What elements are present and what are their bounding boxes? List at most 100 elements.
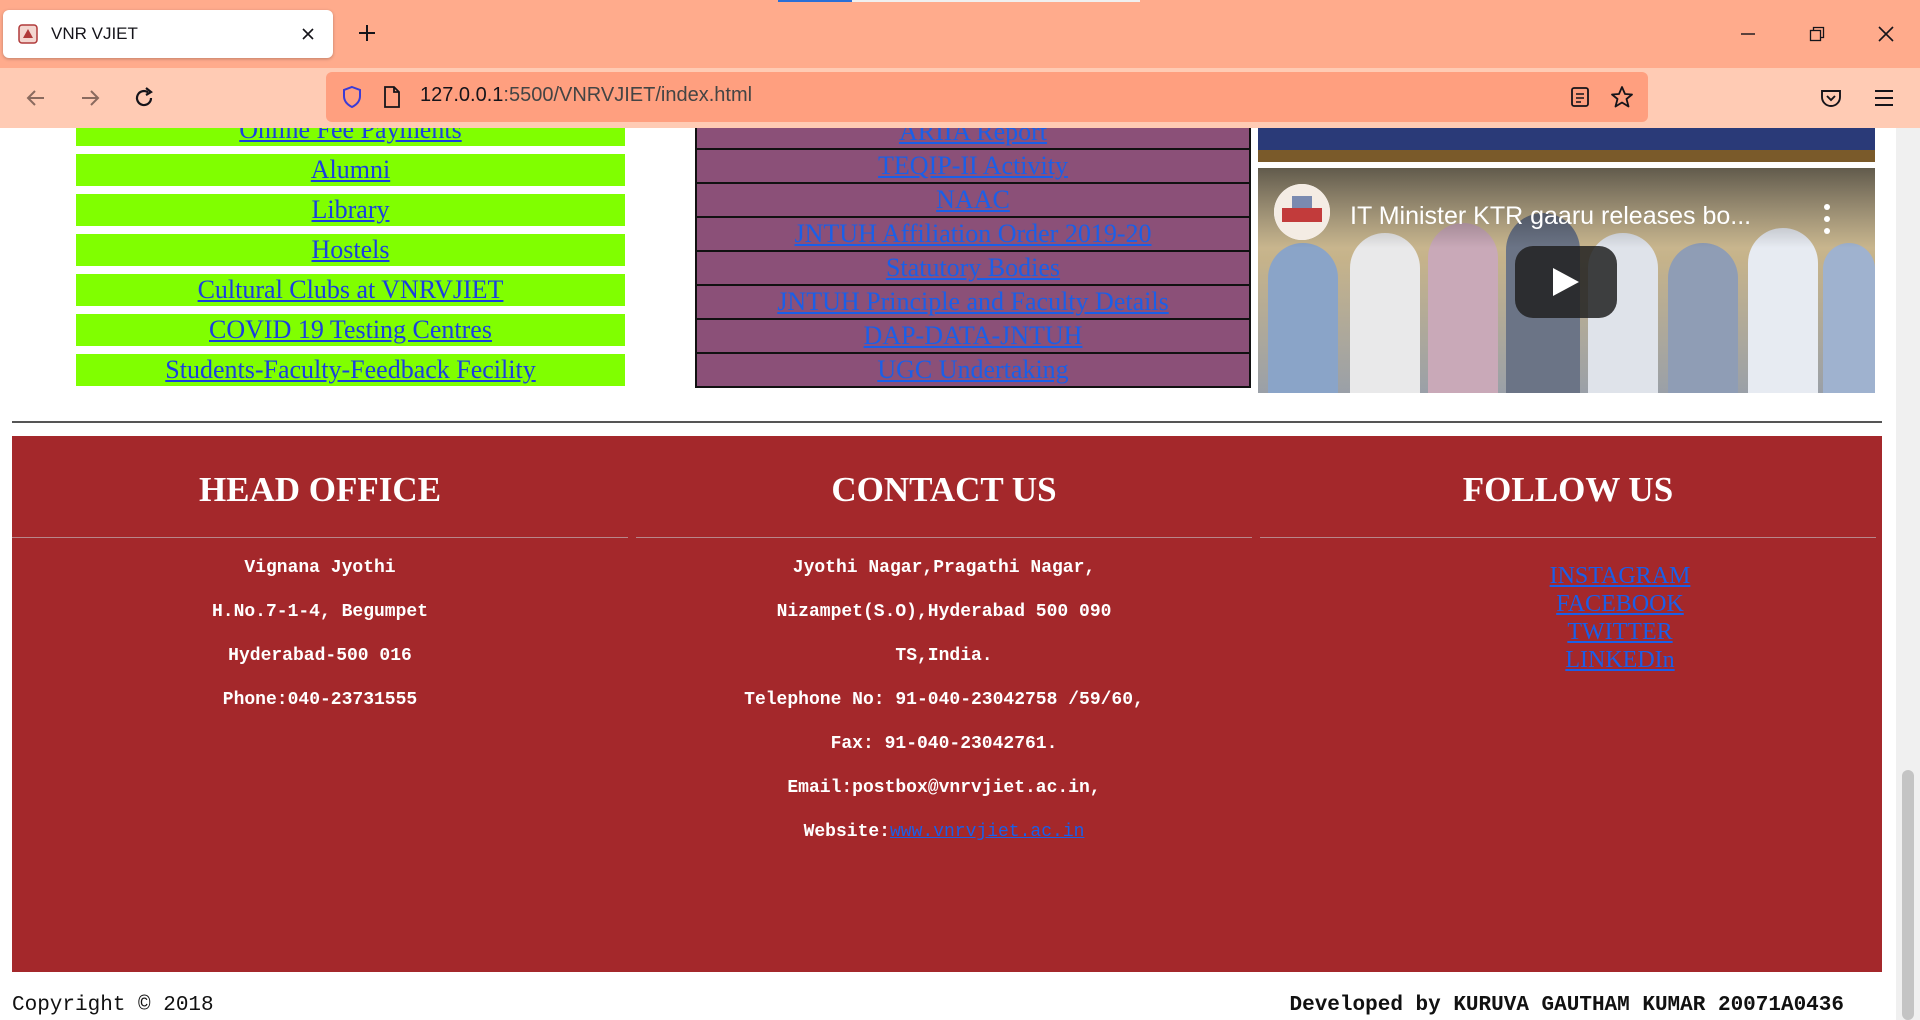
play-icon[interactable]	[1515, 246, 1617, 318]
hamburger-menu-icon[interactable]	[1866, 80, 1902, 116]
contact-line: TS,India.	[895, 646, 993, 666]
shield-icon[interactable]	[338, 83, 366, 111]
address-line: Hyderabad-500 016	[228, 646, 412, 666]
table-row: TEQIP-II Activity	[697, 148, 1249, 182]
quick-link[interactable]: COVID 19 Testing Centres	[209, 315, 492, 344]
head-office-separator	[12, 537, 628, 538]
fax-line: Fax: 91-040-23042761.	[830, 734, 1058, 754]
contact-details: Jyothi Nagar,Pragathi Nagar, Nizampet(S.…	[636, 556, 1252, 864]
close-icon[interactable]	[295, 21, 321, 47]
list-item: Cultural Clubs at VNRVJIET	[76, 274, 625, 306]
video-thumbnail-person	[1668, 243, 1738, 393]
info-link[interactable]: ARIIA Report	[899, 128, 1047, 146]
list-item: Library	[76, 194, 625, 226]
info-links-table: ARIIA Report TEQIP-II Activity NAAC JNTU…	[695, 128, 1251, 388]
browser-titlebar: VNR VJIET	[0, 0, 1920, 68]
contact-separator	[636, 537, 1252, 538]
table-row: DAP-DATA-JNTUH	[697, 318, 1249, 352]
table-row: ARIIA Report	[697, 128, 1249, 148]
table-row: JNTUH Principle and Faculty Details	[697, 284, 1249, 318]
website-link[interactable]: www.vnrvjiet.ac.in	[890, 822, 1084, 842]
address-line: H.No.7-1-4, Begumpet	[211, 602, 429, 622]
back-arrow-icon[interactable]	[18, 80, 54, 116]
quick-link[interactable]: Hostels	[312, 235, 390, 264]
url-path: :5500/VNRVJIET/index.html	[503, 84, 753, 106]
more-options-icon[interactable]	[1823, 204, 1831, 234]
list-item: Hostels	[76, 234, 625, 266]
page-scrollbar[interactable]	[1896, 128, 1920, 1020]
telephone-line: Telephone No: 91-040-23042758 /59/60,	[744, 690, 1144, 710]
video-thumbnail-person	[1428, 223, 1498, 393]
info-link[interactable]: NAAC	[936, 185, 1010, 214]
instagram-link[interactable]: INSTAGRAM	[1312, 562, 1920, 590]
contact-line: Jyothi Nagar,Pragathi Nagar,	[792, 558, 1096, 578]
star-icon[interactable]	[1608, 83, 1636, 111]
quick-link[interactable]: Cultural Clubs at VNRVJIET	[198, 275, 504, 304]
info-link[interactable]: DAP-DATA-JNTUH	[864, 321, 1083, 350]
info-link[interactable]: Statutory Bodies	[886, 253, 1060, 282]
list-item: Alumni	[76, 154, 625, 186]
table-row: UGC Undertaking	[697, 352, 1249, 386]
reader-view-icon[interactable]	[1566, 83, 1594, 111]
youtube-video-embed[interactable]: IT Minister KTR gaaru releases bo...	[1258, 168, 1875, 393]
scrollbar-thumb[interactable]	[1902, 770, 1914, 1020]
restore-icon[interactable]	[1797, 14, 1837, 54]
page-viewport: Online Fee Payments Alumni Library Hoste…	[0, 128, 1920, 1020]
follow-heading: FOLLOW US	[1462, 470, 1674, 509]
quick-link[interactable]: Library	[312, 195, 390, 224]
head-office-address: Vignana Jyothi H.No.7-1-4, Begumpet Hyde…	[12, 556, 628, 732]
bottom-bar: Copyright © 2018 Developed by KURUVA GAU…	[12, 990, 1882, 1020]
video-thumbnail-person	[1268, 243, 1338, 393]
phone-line: Phone:040-23731555	[222, 690, 418, 710]
video-embed-partial[interactable]	[1258, 128, 1875, 162]
video-title[interactable]: IT Minister KTR gaaru releases bo...	[1350, 202, 1790, 231]
url-text[interactable]: 127.0.0.1:5500/VNRVJIET/index.html	[420, 84, 752, 107]
contact-line: Nizampet(S.O),Hyderabad 500 090	[776, 602, 1112, 622]
website-label: Website:	[803, 822, 890, 842]
website-line: Website:www.vnrvjiet.ac.in	[636, 820, 1252, 864]
reload-icon[interactable]	[126, 80, 162, 116]
email-line: Email:postbox@vnrvjiet.ac.in,	[787, 778, 1101, 798]
info-link[interactable]: UGC Undertaking	[877, 355, 1068, 384]
head-office-heading: HEAD OFFICE	[198, 470, 442, 509]
facebook-link[interactable]: FACEBOOK	[1312, 590, 1920, 618]
vnrvjiet-favicon-icon	[17, 23, 39, 45]
tab-strip-indicator-fill	[778, 0, 852, 2]
list-item: Online Fee Payments	[76, 128, 625, 146]
contact-column: CONTACT US	[636, 436, 1252, 518]
quick-link[interactable]: Students-Faculty-Feedback Fecility	[165, 355, 535, 384]
plus-icon[interactable]	[352, 18, 382, 48]
browser-navbar: 127.0.0.1:5500/VNRVJIET/index.html	[0, 68, 1920, 128]
social-links: INSTAGRAM FACEBOOK TWITTER LINKEDIn	[1312, 562, 1920, 674]
head-office-column: HEAD OFFICE	[12, 436, 628, 518]
tab-strip-indicator	[778, 0, 1140, 2]
info-link[interactable]: JNTUH Principle and Faculty Details	[777, 287, 1168, 316]
close-window-icon[interactable]	[1866, 14, 1906, 54]
info-link[interactable]: TEQIP-II Activity	[878, 151, 1068, 180]
tab-title: VNR VJIET	[51, 24, 138, 43]
video-thumbnail-person	[1350, 233, 1420, 393]
quick-link[interactable]: Online Fee Payments	[239, 128, 461, 144]
quick-link[interactable]: Alumni	[311, 155, 390, 184]
video-thumbnail-strip	[1258, 150, 1875, 162]
browser-tab[interactable]: VNR VJIET	[3, 10, 333, 58]
video-thumbnail-person	[1823, 243, 1875, 393]
address-line: Vignana Jyothi	[244, 558, 396, 578]
table-row: Statutory Bodies	[697, 250, 1249, 284]
list-item: Students-Faculty-Feedback Fecility	[76, 354, 625, 386]
info-link[interactable]: JNTUH Affiliation Order 2019-20	[795, 219, 1152, 248]
forward-arrow-icon[interactable]	[72, 80, 108, 116]
url-host: 127.0.0.1	[420, 84, 504, 106]
developer-credit: Developed by KURUVA GAUTHAM KUMAR 20071A…	[1289, 994, 1845, 1017]
video-thumbnail-person	[1748, 228, 1818, 393]
contact-heading: CONTACT US	[831, 470, 1057, 509]
minimize-icon[interactable]	[1728, 14, 1768, 54]
pocket-icon[interactable]	[1813, 80, 1849, 116]
section-divider	[12, 421, 1882, 423]
page-icon	[378, 83, 406, 111]
twitter-link[interactable]: TWITTER	[1312, 618, 1920, 646]
linkedin-link[interactable]: LINKEDIn	[1312, 646, 1920, 674]
url-bar[interactable]: 127.0.0.1:5500/VNRVJIET/index.html	[326, 72, 1648, 122]
footer: HEAD OFFICE CONTACT US FOLLOW US Vignana…	[12, 436, 1882, 972]
channel-avatar[interactable]	[1274, 184, 1330, 240]
